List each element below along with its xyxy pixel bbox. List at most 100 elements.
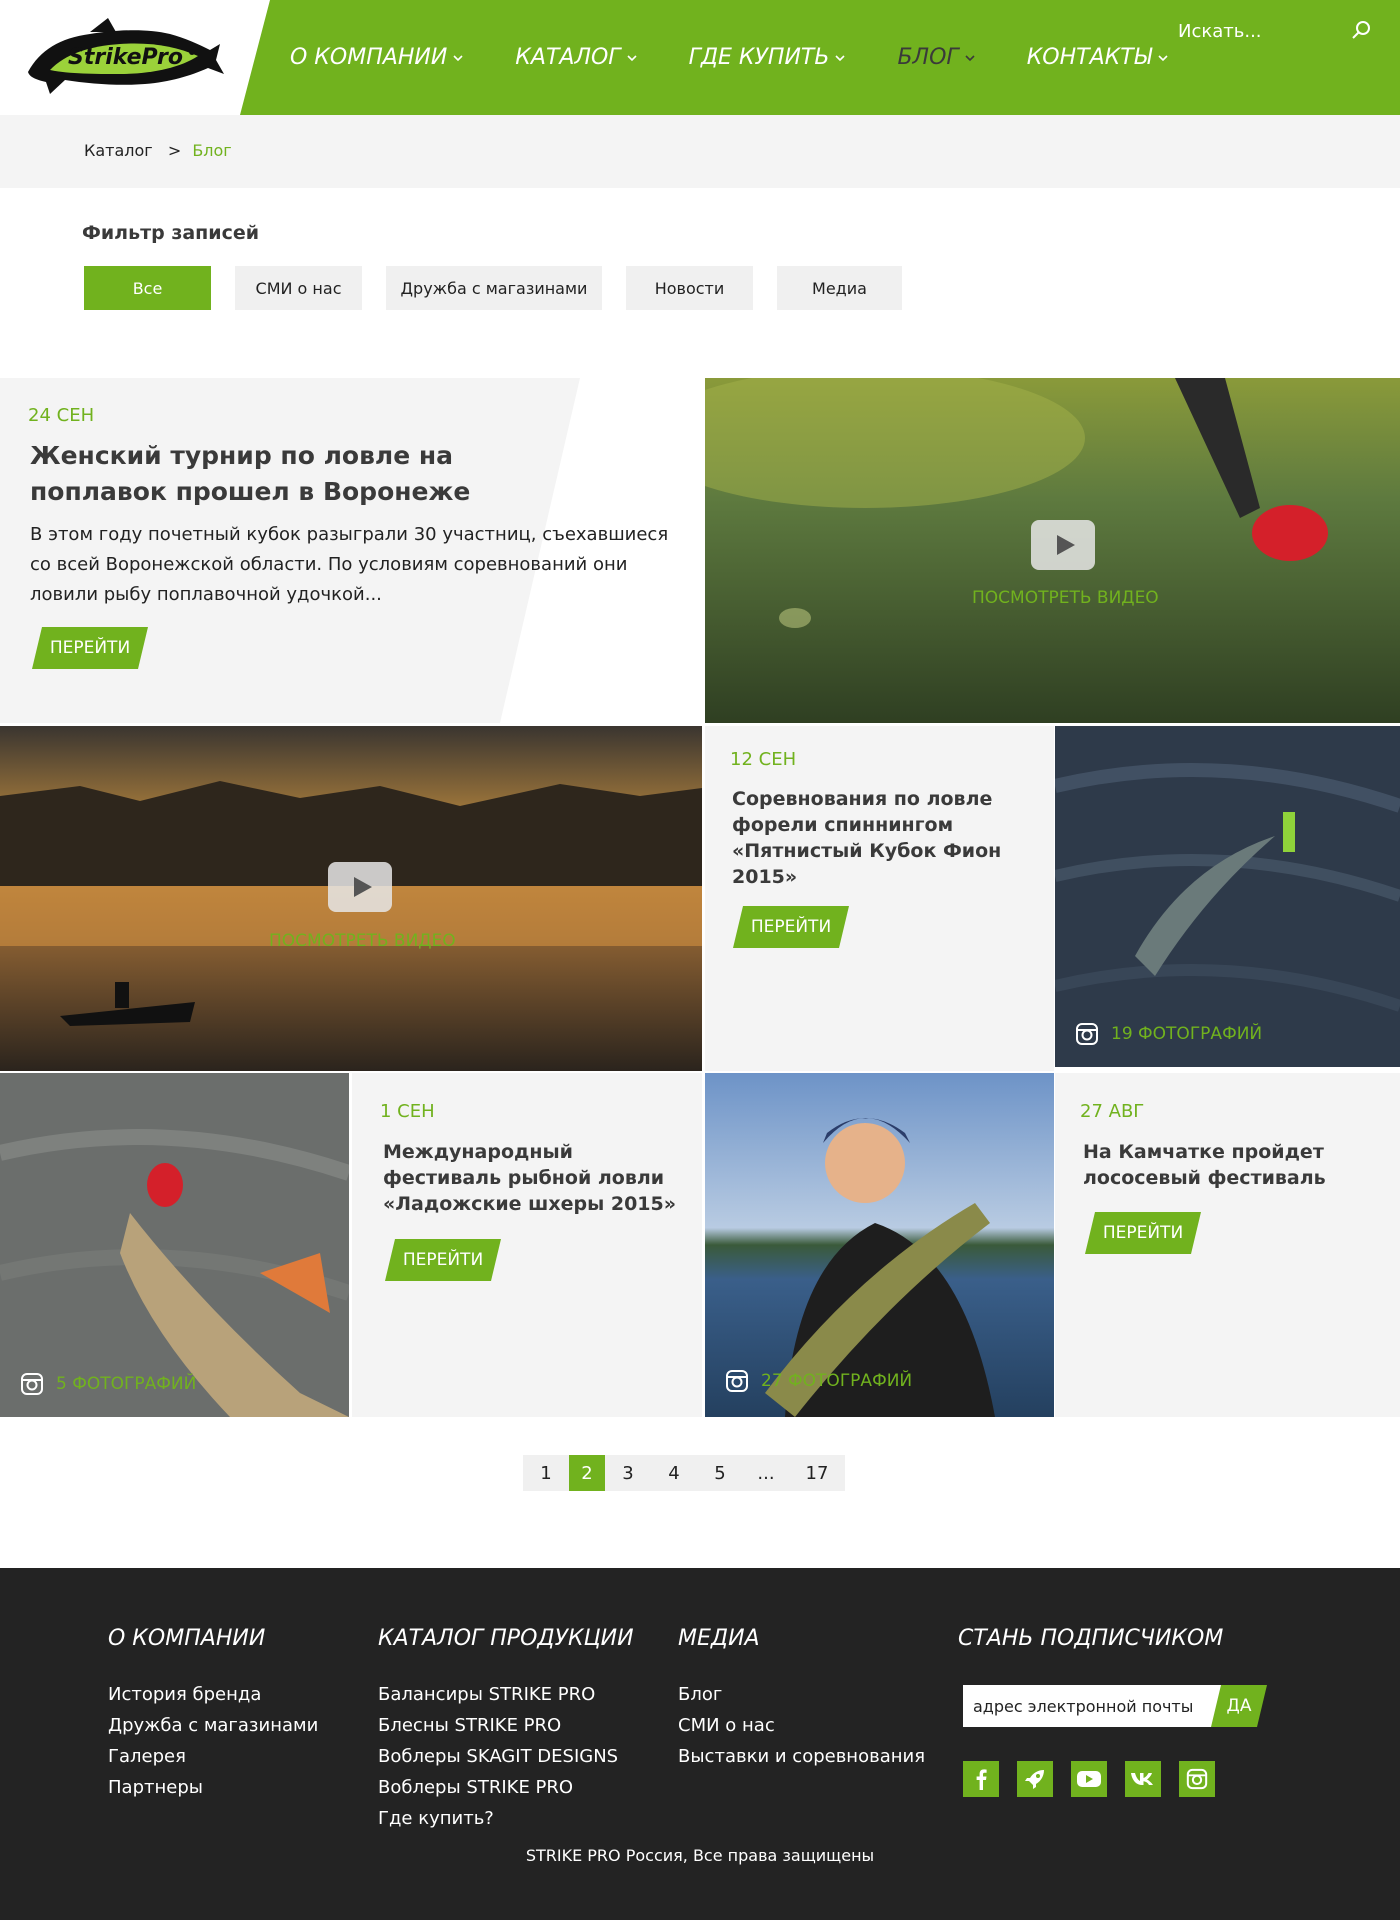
- watch-video-link[interactable]: ПОСМОТРЕТЬ ВИДЕО: [972, 588, 1159, 608]
- footer-link[interactable]: Воблеры SKAGIT DESIGNS: [378, 1741, 634, 1772]
- footer-link[interactable]: СМИ о нас: [678, 1710, 925, 1741]
- post-excerpt: В этом году почетный кубок разыграли 30 …: [30, 524, 669, 605]
- page-ellipsis: ...: [757, 1462, 775, 1484]
- footer-link[interactable]: Где купить?: [378, 1803, 634, 1834]
- breadcrumb: Каталог > Блог: [84, 141, 232, 160]
- instagram-icon: [1076, 1023, 1098, 1045]
- post-title[interactable]: Соревнования по ловле форели спиннингом …: [732, 786, 1032, 890]
- post-date: 24 СЕН: [28, 405, 95, 426]
- copyright-text: STRIKE PRO Россия, Все права защищены: [525, 1846, 875, 1865]
- post-title[interactable]: Женский турнир по ловле на поплавок прош…: [30, 438, 590, 510]
- nav-item-label: О КОМПАНИИ: [290, 45, 448, 70]
- photos-link[interactable]: 27 ФОТОГРАФИЙ: [725, 1369, 912, 1393]
- gallery-card[interactable]: 27 ФОТОГРАФИЙ: [705, 1073, 1054, 1417]
- subscribe-form: ДА: [963, 1685, 1267, 1727]
- footer-col-catalog: КАТАЛОГ ПРОДУКЦИИ Балансиры STRIKE PRO Б…: [378, 1626, 634, 1834]
- footer-link[interactable]: Воблеры STRIKE PRO: [378, 1772, 634, 1803]
- page-link[interactable]: 1: [523, 1455, 569, 1491]
- strikepro-logo[interactable]: StrikePro: [20, 10, 225, 102]
- post-title[interactable]: Международный фестиваль рыбной ловли «Ла…: [383, 1139, 683, 1217]
- instagram-icon: [726, 1370, 748, 1392]
- play-icon[interactable]: [1031, 520, 1095, 570]
- footer-heading: КАТАЛОГ ПРОДУКЦИИ: [378, 1626, 634, 1651]
- filter-title: Фильтр записей: [82, 222, 260, 244]
- footer-link[interactable]: Блог: [678, 1679, 925, 1710]
- page-link[interactable]: 4: [651, 1455, 697, 1491]
- footer-link[interactable]: Выставки и соревнования: [678, 1741, 925, 1772]
- watch-video-link[interactable]: ПОСМОТРЕТЬ ВИДЕО: [269, 931, 456, 951]
- nav-item-label: КАТАЛОГ: [515, 45, 621, 70]
- footer-link[interactable]: История бренда: [108, 1679, 318, 1710]
- photos-count: 5 ФОТОГРАФИЙ: [56, 1374, 197, 1394]
- footer-heading: О КОМПАНИИ: [108, 1626, 266, 1651]
- footer-heading: СТАНЬ ПОДПИСЧИКОМ: [958, 1626, 1224, 1651]
- footer-link[interactable]: Блесны STRIKE PRO: [378, 1710, 634, 1741]
- filter-all-button[interactable]: Все: [84, 266, 211, 310]
- nav-item-where-to-buy[interactable]: ГДЕ КУПИТЬ: [689, 45, 846, 70]
- nav-item-blog[interactable]: БЛОГ: [897, 45, 975, 70]
- footer-heading: МЕДИА: [678, 1626, 760, 1651]
- page-link[interactable]: 3: [605, 1455, 651, 1491]
- photos-count: 19 ФОТОГРАФИЙ: [1111, 1024, 1263, 1044]
- page-link-current[interactable]: 2: [569, 1455, 605, 1491]
- video-card[interactable]: ПОСМОТРЕТЬ ВИДЕО: [0, 726, 702, 1071]
- chevron-down-icon: [1158, 54, 1168, 61]
- search-box: [1178, 16, 1378, 46]
- photos-count: 27 ФОТОГРАФИЙ: [761, 1371, 913, 1391]
- filter-media-about-us-button[interactable]: СМИ о нас: [235, 266, 362, 310]
- footer-link[interactable]: Балансиры STRIKE PRO: [378, 1679, 634, 1710]
- site-footer: О КОМПАНИИ История бренда Дружба с магаз…: [0, 1568, 1400, 1920]
- chevron-down-icon: [453, 54, 463, 61]
- read-more-button[interactable]: ПЕРЕЙТИ: [385, 1239, 501, 1281]
- breadcrumb-current[interactable]: Блог: [192, 141, 231, 160]
- gallery-card[interactable]: 5 ФОТОГРАФИЙ: [0, 1073, 349, 1417]
- footer-link[interactable]: Галерея: [108, 1741, 318, 1772]
- post-date: 12 СЕН: [730, 749, 797, 770]
- chevron-down-icon: [965, 54, 975, 61]
- nav-item-label: КОНТАКТЫ: [1026, 45, 1152, 70]
- social-links: [963, 1761, 1233, 1797]
- read-more-button[interactable]: ПЕРЕЙТИ: [733, 906, 849, 948]
- post-date: 27 АВГ: [1080, 1101, 1145, 1122]
- breadcrumb-bar: Каталог > Блог: [0, 115, 1400, 188]
- page-link[interactable]: 5: [697, 1455, 743, 1491]
- instagram-icon[interactable]: [1179, 1761, 1215, 1797]
- instagram-icon: [21, 1373, 43, 1395]
- nav-item-contacts[interactable]: КОНТАКТЫ: [1027, 45, 1168, 70]
- rocket-icon[interactable]: [1017, 1761, 1053, 1797]
- filter-news-button[interactable]: Новости: [626, 266, 753, 310]
- youtube-icon[interactable]: [1071, 1761, 1107, 1797]
- email-field[interactable]: [963, 1685, 1221, 1727]
- video-card[interactable]: ПОСМОТРЕТЬ ВИДЕО: [705, 378, 1400, 723]
- footer-col-media: МЕДИА Блог СМИ о нас Выставки и соревнов…: [678, 1626, 925, 1772]
- footer-col-subscribe: СТАНЬ ПОДПИСЧИКОМ: [958, 1626, 1223, 1679]
- post-card: 1 СЕН Международный фестиваль рыбной лов…: [352, 1073, 702, 1417]
- filter-shop-friendship-button[interactable]: Дружба с магазинами: [386, 266, 602, 310]
- read-more-button[interactable]: ПЕРЕЙТИ: [1085, 1212, 1201, 1254]
- vk-icon[interactable]: [1125, 1761, 1161, 1797]
- gallery-card[interactable]: 19 ФОТОГРАФИЙ: [1055, 726, 1400, 1067]
- photos-link[interactable]: 19 ФОТОГРАФИЙ: [1075, 1022, 1262, 1046]
- post-date: 1 СЕН: [380, 1101, 435, 1122]
- breadcrumb-link-catalog[interactable]: Каталог: [84, 141, 153, 160]
- facebook-icon[interactable]: [963, 1761, 999, 1797]
- footer-link[interactable]: Дружба с магазинами: [108, 1710, 318, 1741]
- search-icon[interactable]: [1350, 19, 1372, 41]
- logo-text: StrikePro: [68, 45, 183, 70]
- footer-link[interactable]: Партнеры: [108, 1772, 318, 1803]
- gallery-thumbnail-perch: [0, 1073, 349, 1417]
- read-more-button[interactable]: ПЕРЕЙТИ: [32, 627, 148, 669]
- photos-link[interactable]: 5 ФОТОГРАФИЙ: [20, 1372, 196, 1396]
- filter-media-button[interactable]: Медиа: [777, 266, 902, 310]
- main-nav: О КОМПАНИИ КАТАЛОГ ГДЕ КУПИТЬ БЛОГ КОНТА…: [290, 0, 1220, 115]
- footer-col-company: О КОМПАНИИ История бренда Дружба с магаз…: [108, 1626, 318, 1803]
- search-input[interactable]: [1178, 16, 1338, 46]
- nav-item-company[interactable]: О КОМПАНИИ: [290, 45, 463, 70]
- post-card: 12 СЕН Соревнования по ловле форели спин…: [705, 726, 1054, 1071]
- post-title[interactable]: На Камчатке пройдет лососевый фестиваль: [1083, 1139, 1383, 1191]
- chevron-down-icon: [626, 54, 637, 61]
- logo-area: StrikePro: [0, 0, 270, 115]
- play-icon[interactable]: [328, 862, 392, 912]
- page-link[interactable]: 17: [789, 1455, 845, 1491]
- nav-item-catalog[interactable]: КАТАЛОГ: [515, 45, 637, 70]
